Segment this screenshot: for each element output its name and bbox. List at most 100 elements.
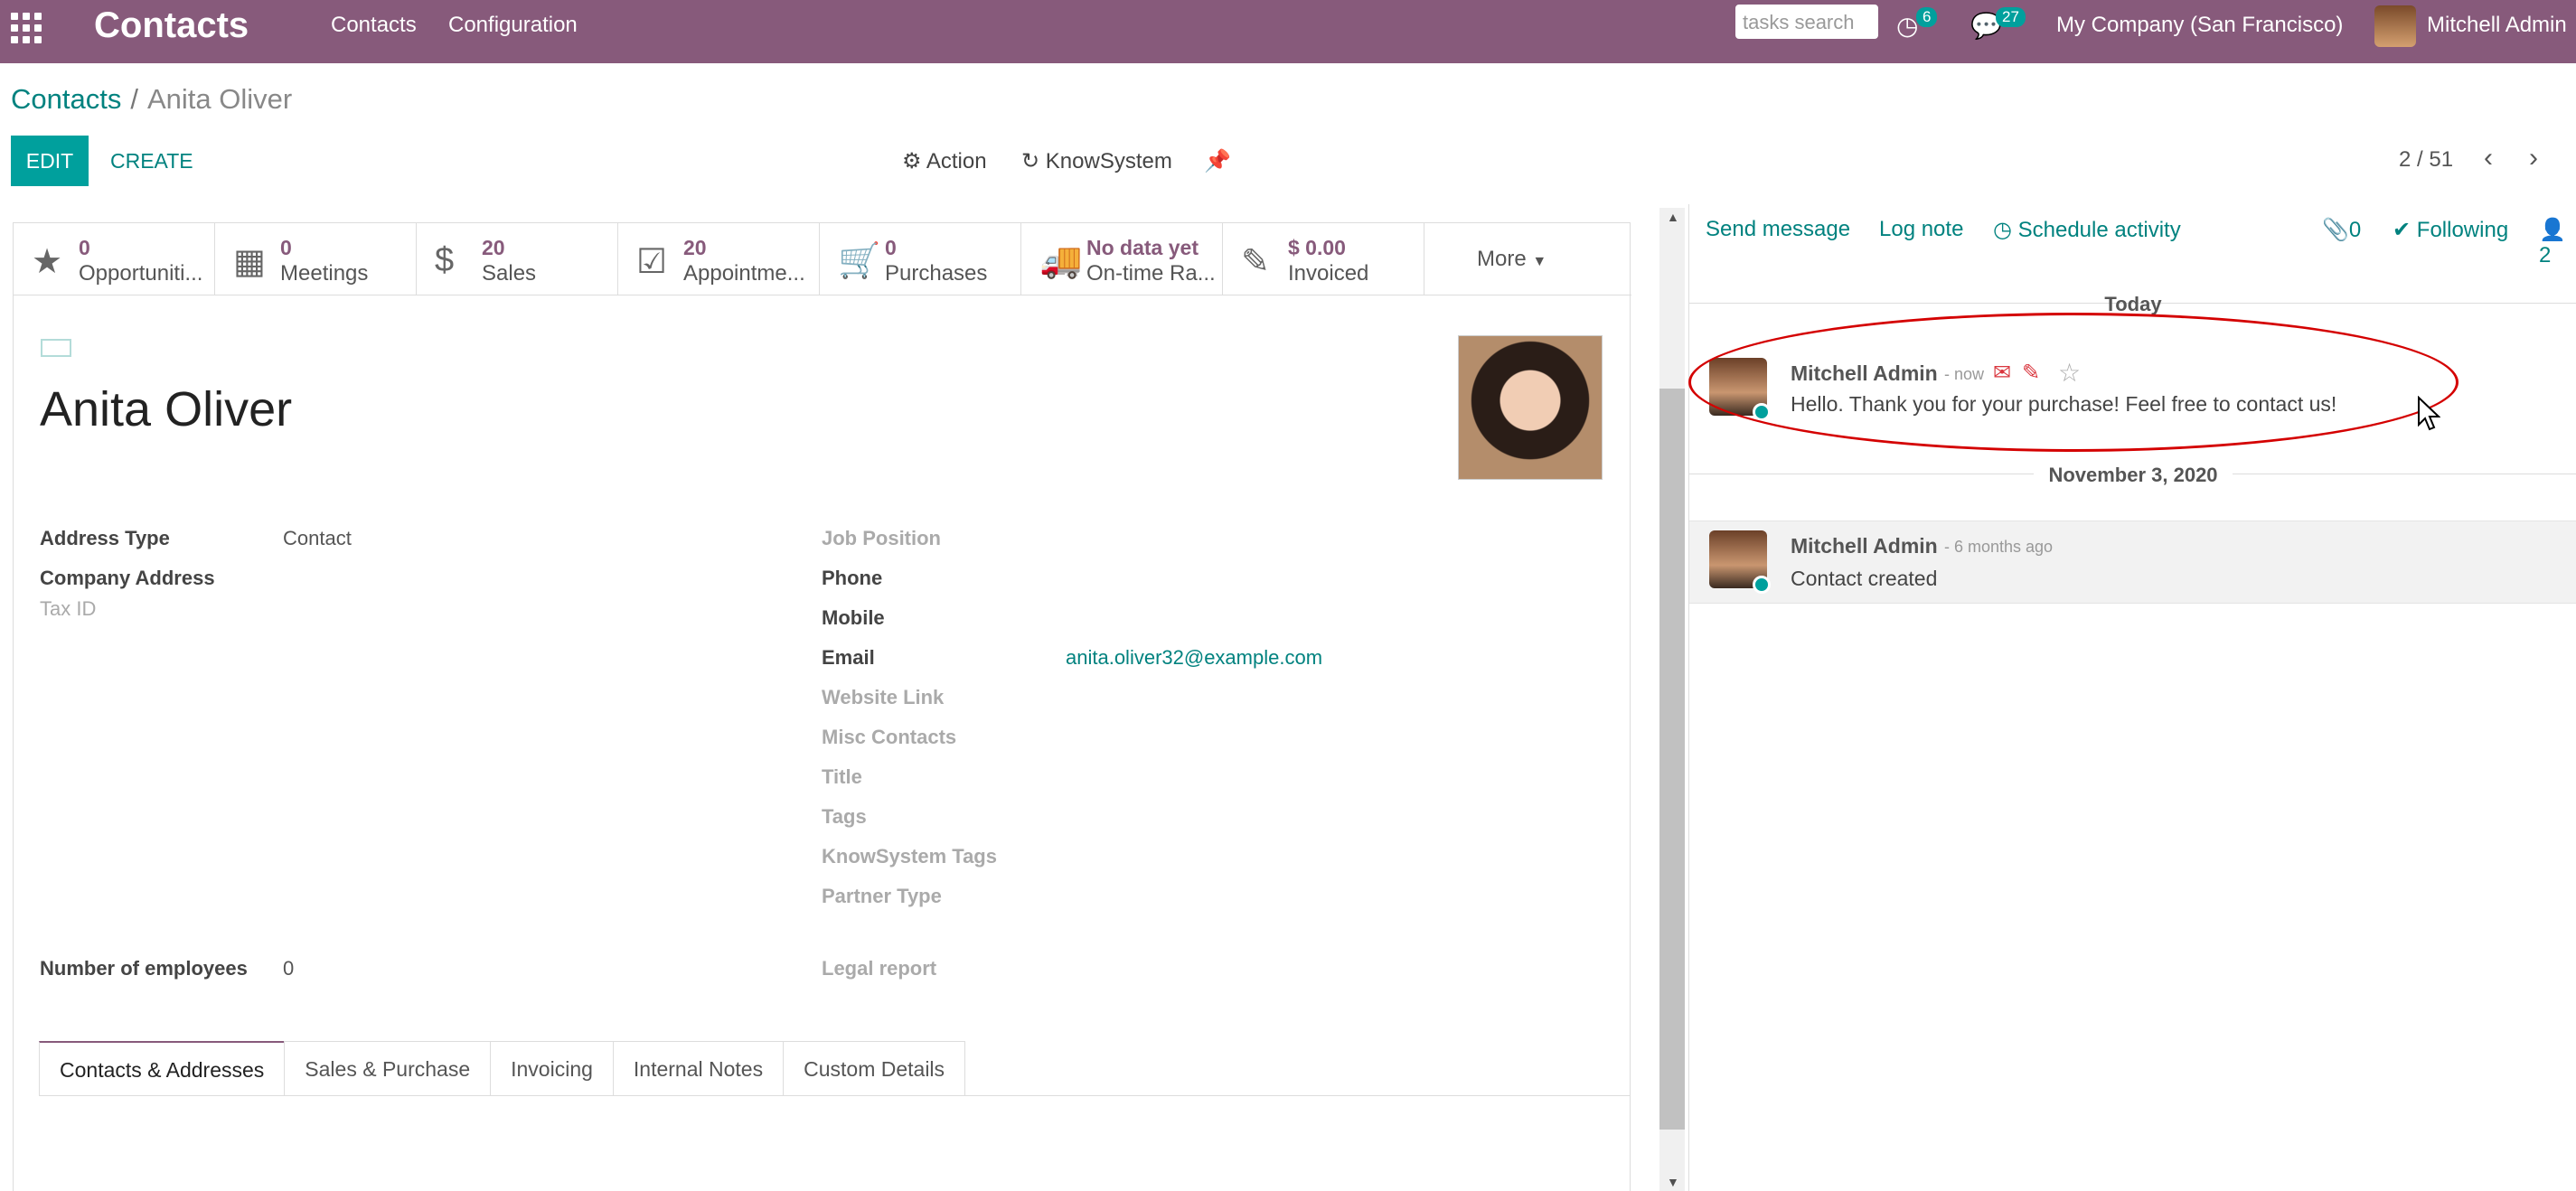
stat-value: 0	[280, 236, 292, 259]
title-label: Title	[822, 765, 862, 788]
truck-icon: 🚚	[1039, 242, 1083, 280]
more-label: More ▼	[1477, 247, 1547, 271]
email-label: Email	[822, 646, 875, 669]
tags-label: Tags	[822, 805, 867, 828]
scrollbar-thumb[interactable]	[1659, 389, 1685, 1130]
stat-appointments[interactable]: ☑ 20 Appointme...	[618, 223, 820, 295]
employees-value[interactable]: 0	[283, 957, 294, 980]
knowsystem-menu[interactable]: ↻ KnowSystem	[1021, 148, 1172, 174]
partner-photo[interactable]	[1458, 335, 1603, 480]
schedule-activity-button[interactable]: ◷ Schedule activity	[1993, 217, 2181, 243]
tags-placeholder[interactable]	[41, 339, 71, 357]
message-author[interactable]: Mitchell Admin	[1791, 534, 1938, 558]
online-status-icon	[1753, 576, 1771, 594]
clock-icon: ◷	[1993, 218, 2012, 242]
send-message-button[interactable]: Send message	[1706, 217, 1850, 242]
action-menu[interactable]: ⚙ Action	[902, 148, 987, 174]
activity-count-badge: 6	[1916, 7, 1938, 27]
menu-configuration[interactable]: Configuration	[448, 13, 578, 38]
knowsystem-tags-label: KnowSystem Tags	[822, 845, 997, 867]
pin-icon[interactable]: 📌	[1204, 148, 1231, 174]
user-menu[interactable]: Mitchell Admin	[2427, 13, 2567, 38]
apps-menu-icon[interactable]	[11, 13, 42, 43]
job-position-label: Job Position	[822, 527, 941, 549]
breadcrumb: Contacts / Anita Oliver	[11, 83, 292, 116]
stat-more-button[interactable]: More ▼	[1424, 223, 1627, 295]
stat-purchases[interactable]: 🛒 0 Purchases	[820, 223, 1021, 295]
user-avatar[interactable]	[2374, 5, 2416, 47]
following-label: Following	[2416, 218, 2509, 242]
stat-label: Sales	[482, 261, 537, 286]
stat-meetings[interactable]: ▦ 0 Meetings	[215, 223, 417, 295]
tab-sales-purchase[interactable]: Sales & Purchase	[284, 1041, 492, 1095]
message-body: Contact created	[1791, 567, 1938, 590]
stat-label: Opportuniti...	[79, 261, 203, 286]
stat-ontime-rate[interactable]: 🚚 No data yet On-time Ra...	[1021, 223, 1223, 295]
action-label: Action	[926, 149, 987, 173]
calendar-icon: ▦	[233, 243, 266, 281]
refresh-icon: ↻	[1021, 149, 1040, 173]
following-button[interactable]: ✔ Following	[2393, 217, 2508, 243]
form-scrollbar[interactable]: ▲ ▼	[1659, 208, 1685, 1191]
stat-label: Purchases	[885, 261, 988, 286]
chatter-topbar: Send message Log note ◷ Schedule activit…	[1689, 204, 2576, 304]
tab-invoicing[interactable]: Invoicing	[490, 1041, 614, 1095]
day-separator-label: November 3, 2020	[2034, 464, 2233, 486]
stat-value: 20	[482, 236, 505, 259]
company-switcher[interactable]: My Company (San Francisco)	[2056, 13, 2343, 38]
tab-custom-details[interactable]: Custom Details	[783, 1041, 966, 1095]
attachments-button[interactable]: 📎0	[2322, 217, 2361, 243]
stat-label: Invoiced	[1288, 261, 1369, 286]
pager-next-icon[interactable]: ›	[2529, 143, 2538, 173]
employees-label: Number of employees	[40, 957, 248, 980]
pager-value[interactable]: 2 / 51	[2399, 147, 2453, 173]
activity-clock-icon[interactable]: ◷	[1896, 11, 1918, 41]
highlight-ellipse	[1688, 313, 2458, 452]
tax-id-label: Tax ID	[40, 597, 97, 620]
misc-contacts-label: Misc Contacts	[822, 726, 957, 748]
phone-label: Phone	[822, 567, 883, 589]
caret-down-icon: ▼	[1532, 254, 1547, 269]
day-separator-label: Today	[2104, 293, 2162, 315]
stat-value: 0	[885, 236, 897, 259]
stat-value: 20	[683, 236, 707, 259]
pager-previous-icon[interactable]: ‹	[2484, 143, 2493, 173]
email-value[interactable]: anita.oliver32@example.com	[1066, 646, 1322, 670]
schedule-activity-label: Schedule activity	[2017, 218, 2181, 242]
breadcrumb-contacts[interactable]: Contacts	[11, 83, 121, 115]
app-brand: Contacts	[94, 5, 249, 45]
message-item: Mitchell Admin - 6 months ago Contact cr…	[1689, 520, 2576, 604]
address-type-value[interactable]: Contact	[283, 527, 352, 550]
partner-type-label: Partner Type	[822, 885, 942, 907]
message-count-badge: 27	[1996, 7, 2026, 27]
check-icon: ✔	[2393, 218, 2411, 242]
invoice-icon: ✎	[1241, 243, 1270, 281]
cart-icon: 🛒	[838, 242, 881, 280]
tasks-search-input[interactable]: tasks search	[1735, 5, 1878, 39]
scroll-up-icon[interactable]: ▲	[1667, 210, 1679, 224]
menu-contacts[interactable]: Contacts	[331, 13, 417, 38]
tab-internal-notes[interactable]: Internal Notes	[612, 1041, 785, 1095]
dollar-icon: $	[435, 241, 455, 279]
edit-button[interactable]: EDIT	[11, 136, 89, 186]
form-sheet: ★ 0 Opportuniti... ▦ 0 Meetings $ 20 Sal…	[13, 222, 1631, 1191]
breadcrumb-separator: /	[130, 83, 138, 115]
paperclip-icon: 📎	[2322, 218, 2349, 242]
stat-opportunities[interactable]: ★ 0 Opportuniti...	[14, 223, 215, 295]
stat-invoiced[interactable]: ✎ $ 0.00 Invoiced	[1223, 223, 1424, 295]
log-note-button[interactable]: Log note	[1879, 217, 1963, 242]
stat-value: No data yet	[1086, 236, 1199, 259]
followers-button[interactable]: 👤2	[2539, 217, 2576, 268]
partner-name: Anita Oliver	[40, 382, 293, 436]
smart-buttons: ★ 0 Opportuniti... ▦ 0 Meetings $ 20 Sal…	[14, 223, 1631, 295]
website-label: Website Link	[822, 686, 945, 708]
knowsystem-label: KnowSystem	[1045, 149, 1172, 173]
day-separator-november: November 3, 2020	[1689, 463, 2576, 488]
mobile-label: Mobile	[822, 606, 885, 629]
stat-sales[interactable]: $ 20 Sales	[417, 223, 618, 295]
scroll-down-icon[interactable]: ▼	[1667, 1175, 1679, 1189]
create-button[interactable]: CREATE	[110, 149, 193, 173]
notebook-tabs: Contacts & Addresses Sales & Purchase In…	[39, 1041, 1630, 1096]
tab-contacts-addresses[interactable]: Contacts & Addresses	[39, 1041, 286, 1095]
mouse-cursor-icon	[2418, 396, 2440, 431]
